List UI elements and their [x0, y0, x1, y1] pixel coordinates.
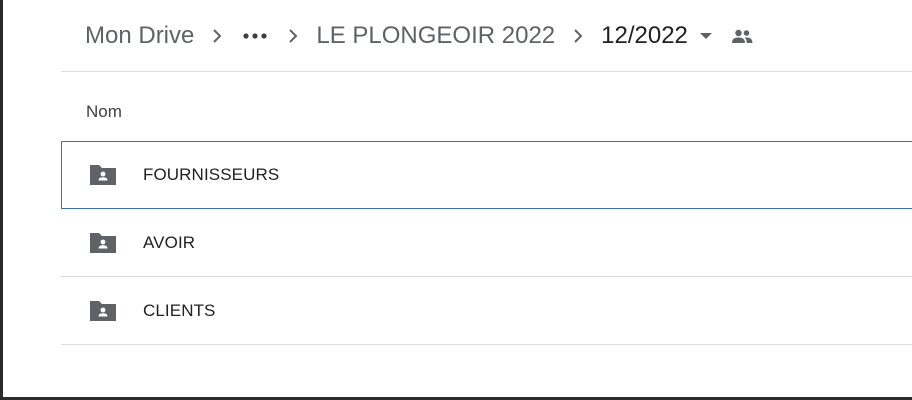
header-divider	[61, 71, 912, 72]
list-item-name: CLIENTS	[143, 300, 216, 320]
list-item[interactable]: FOURNISSEURS	[61, 141, 912, 209]
file-list: FOURNISSEURS AVOIR CLIENTS	[61, 141, 912, 345]
chevron-right-icon	[194, 18, 240, 54]
arrow-drop-down-icon[interactable]	[688, 18, 724, 54]
column-header-name[interactable]: Nom	[86, 102, 122, 122]
shared-folder-icon	[88, 299, 118, 323]
breadcrumb-my-drive[interactable]: Mon Drive	[85, 18, 194, 54]
people-icon	[726, 18, 758, 54]
chevron-right-icon	[555, 18, 601, 54]
breadcrumb: Mon Drive LE PLONGEOIR 2022 12/2022	[85, 18, 758, 54]
list-item-name: AVOIR	[143, 232, 196, 252]
shared-folder-icon	[88, 163, 118, 187]
breadcrumb-folder[interactable]: LE PLONGEOIR 2022	[316, 18, 555, 54]
list-item-name: FOURNISSEURS	[143, 165, 280, 184]
list-item[interactable]: AVOIR	[61, 209, 912, 277]
shared-folder-icon	[88, 231, 118, 255]
drive-window: Mon Drive LE PLONGEOIR 2022 12/2022 Nom …	[0, 0, 912, 400]
more-horiz-icon[interactable]	[240, 18, 270, 54]
breadcrumb-current-folder[interactable]: 12/2022	[601, 18, 688, 54]
list-item[interactable]: CLIENTS	[61, 277, 912, 345]
chevron-right-icon	[270, 18, 316, 54]
